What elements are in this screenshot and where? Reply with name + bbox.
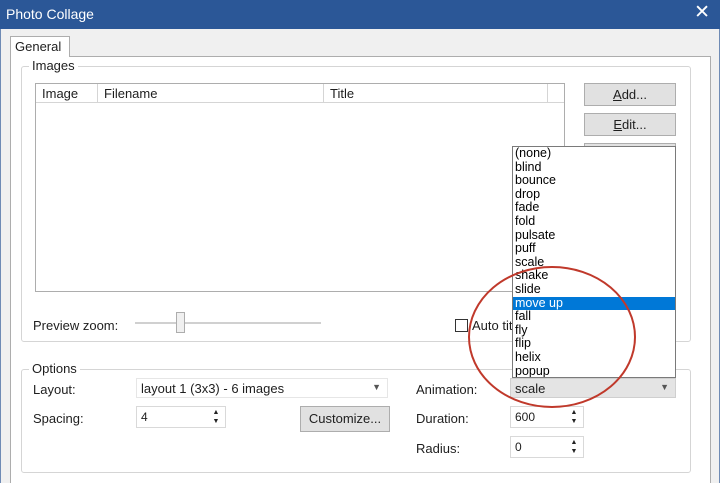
layout-label: Layout: (33, 382, 76, 397)
tab-general[interactable]: General (10, 36, 70, 57)
dropdown-option[interactable]: shake (513, 269, 675, 283)
spin-down-icon[interactable]: ▼ (567, 446, 581, 458)
preview-zoom-track[interactable] (135, 322, 321, 324)
duration-label: Duration: (416, 411, 469, 426)
edit-button-label: dit... (622, 117, 647, 132)
radius-value: 0 (515, 440, 522, 454)
spacing-value: 4 (141, 410, 148, 424)
dropdown-option[interactable]: popup (513, 364, 675, 378)
radius-stepper[interactable]: 0 ▲ ▼ (510, 436, 584, 458)
dropdown-option[interactable]: (none) (513, 147, 675, 161)
add-button[interactable]: Add... (584, 83, 676, 106)
dropdown-option[interactable]: slide (513, 283, 675, 297)
options-group-label: Options (29, 361, 80, 376)
animation-value: scale (515, 381, 546, 396)
layout-value: layout 1 (3x3) - 6 images (141, 381, 285, 396)
tab-general-label: General (15, 39, 62, 54)
dropdown-option[interactable]: pulsate (513, 228, 675, 243)
edit-button-accel: E (613, 117, 623, 132)
dropdown-option[interactable]: bounce (513, 174, 675, 188)
column-filename[interactable]: Filename (98, 84, 324, 102)
edit-button[interactable]: Edit... (584, 113, 676, 136)
chevron-down-icon: ▼ (660, 382, 669, 392)
images-list-header: Image Filename Title (36, 84, 564, 103)
dropdown-option[interactable]: drop (513, 187, 675, 202)
spin-down-icon[interactable]: ▼ (567, 416, 581, 428)
spacing-label: Spacing: (33, 411, 84, 426)
layout-select[interactable]: layout 1 (3x3) - 6 images ▼ (136, 378, 388, 398)
animation-select[interactable]: scale ▼ (510, 378, 676, 398)
dropdown-option[interactable]: puff (513, 242, 675, 256)
duration-value: 600 (515, 410, 536, 424)
animation-dropdown-list[interactable]: (none) blind bounce drop fade fold pulsate puff… (512, 146, 676, 378)
dropdown-option[interactable]: move up (513, 296, 675, 311)
radius-label: Radius: (416, 441, 461, 456)
images-list[interactable]: Image Filename Title (35, 83, 565, 292)
images-group-label: Images (29, 58, 78, 73)
spin-down-icon[interactable]: ▼ (209, 416, 223, 428)
customize-button[interactable]: Customize... (300, 406, 390, 432)
duration-stepper[interactable]: 600 ▲ ▼ (510, 406, 584, 428)
column-title[interactable]: Title (324, 84, 548, 102)
close-icon[interactable]: ✕ (694, 2, 710, 24)
dropdown-option[interactable]: fade (513, 201, 675, 215)
animation-label: Animation: (416, 382, 478, 397)
dropdown-option[interactable]: blind (513, 160, 675, 175)
chevron-down-icon: ▼ (372, 382, 381, 392)
dropdown-option[interactable]: fold (513, 215, 675, 229)
dropdown-option[interactable]: fly (513, 323, 675, 338)
preview-zoom-label: Preview zoom: (33, 318, 119, 333)
add-button-label: dd... (621, 87, 647, 102)
column-image[interactable]: Image (36, 84, 98, 102)
dropdown-option[interactable]: fall (513, 310, 675, 324)
auto-title-label: Auto tit (472, 318, 513, 333)
preview-zoom-thumb[interactable] (176, 312, 185, 333)
add-button-accel: A (613, 87, 622, 102)
spacing-stepper[interactable]: 4 ▲ ▼ (136, 406, 226, 428)
dropdown-option[interactable]: flip (513, 337, 675, 351)
window-title: Photo Collage (6, 6, 94, 22)
dropdown-option[interactable]: helix (513, 351, 675, 365)
dropdown-option[interactable]: scale (513, 255, 675, 270)
auto-title-checkbox[interactable] (455, 319, 468, 332)
title-bar: Photo Collage ✕ (0, 0, 720, 29)
